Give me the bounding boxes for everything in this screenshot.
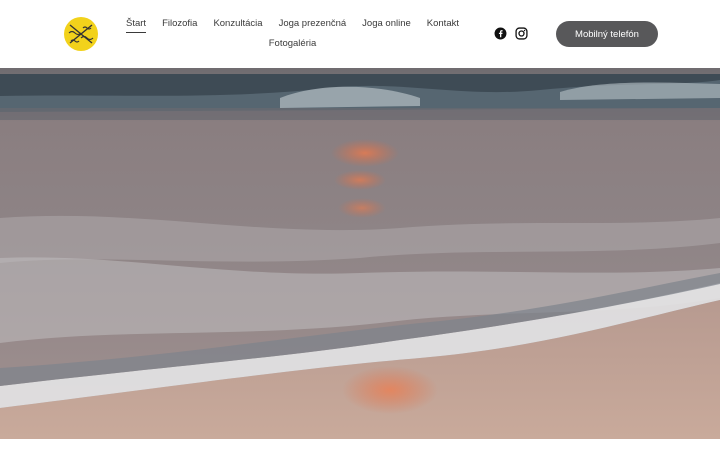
nav-item-filozofia[interactable]: Filozofia — [162, 14, 197, 34]
facebook-icon[interactable] — [494, 27, 507, 40]
page-bottom-whitespace — [0, 439, 720, 450]
main-nav: Štart Filozofia Konzultácia Joga prezenč… — [125, 14, 460, 54]
mobile-phone-button[interactable]: Mobilný telefón — [556, 21, 658, 47]
nav-item-konzultacia[interactable]: Konzultácia — [213, 14, 262, 34]
sun-wave-logo-icon[interactable] — [63, 16, 99, 52]
social-links — [494, 27, 528, 40]
nav-item-joga-online[interactable]: Joga online — [362, 14, 411, 34]
nav-row-1: Štart Filozofia Konzultácia Joga prezenč… — [125, 14, 460, 34]
nav-item-kontakt[interactable]: Kontakt — [427, 14, 459, 34]
nav-item-start[interactable]: Štart — [126, 14, 147, 34]
nav-item-fotogaleria[interactable]: Fotogaléria — [269, 34, 317, 54]
hero-beach-image — [0, 68, 720, 439]
site-header: Štart Filozofia Konzultácia Joga prezenč… — [0, 0, 720, 68]
nav-row-2: Fotogaléria — [125, 34, 460, 54]
instagram-icon[interactable] — [515, 27, 528, 40]
nav-item-joga-prezencna[interactable]: Joga prezenčná — [279, 14, 347, 34]
